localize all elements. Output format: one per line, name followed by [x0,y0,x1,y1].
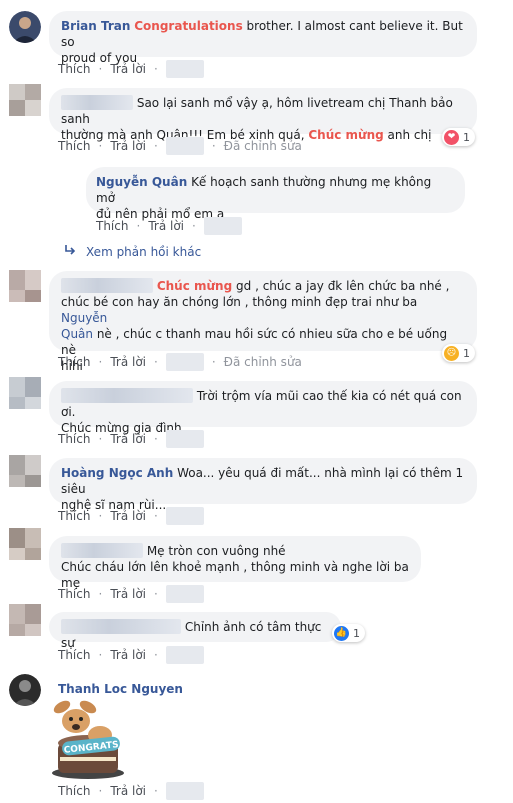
mention-link[interactable]: Quân [61,327,93,341]
mention-link[interactable]: Nguyễn [61,311,107,325]
avatar-blurred[interactable] [9,377,41,409]
comment-bubble: Chỉnh ảnh có tâm thực sự [49,612,341,650]
timestamp-blurred[interactable] [165,353,204,371]
comment-actions: Thích · Trả lời · · Đã chỉnh sửa [58,137,302,155]
comment-actions: Thích · Trả lời · [58,585,204,603]
like-link[interactable]: Thích [58,432,90,446]
author-name[interactable]: Hoàng Ngọc Anh [61,466,173,480]
avatar-blurred[interactable] [9,455,41,487]
comment-actions: Thích · Trả lời · · Đã chỉnh sửa [58,353,302,371]
reply-actions: Thích · Trả lời · [96,217,242,235]
reply-link[interactable]: Trả lời [110,648,146,662]
avatar-thanh-loc-nguyen[interactable] [9,674,41,706]
timestamp-blurred[interactable] [165,782,204,800]
reply-link[interactable]: Trả lời [110,509,146,523]
comment-text: gd , chúc a jay đk lên chức ba nhé , [232,279,450,293]
reply-bubble: Nguyễn Quân Kế hoạch sanh thường nhưng m… [86,167,465,221]
avatar-blurred[interactable] [9,270,41,302]
avatar-blurred[interactable] [9,604,41,636]
author-name[interactable]: Brian Tran [61,19,130,33]
comment-bubble: Brian Tran Congratulations brother. I al… [49,11,477,65]
comment-bubble: Mẹ tròn con vuông nhé Chúc cháu lớn lên … [49,536,421,590]
author-name[interactable]: Nguyễn Quân [96,175,187,189]
heart-icon: ❤ [444,129,459,145]
avatar-brian-tran[interactable] [9,11,41,43]
timestamp-blurred[interactable] [165,646,204,664]
reply-link[interactable]: Trả lời [110,587,146,601]
edited-label[interactable]: Đã chỉnh sửa [224,355,302,369]
reaction-badge[interactable]: ❤ 1 [442,128,475,146]
timestamp-blurred[interactable] [165,60,204,78]
reply-link[interactable]: Trả lời [110,62,146,76]
avatar-blurred[interactable] [9,84,41,116]
timestamp-blurred[interactable] [165,430,204,448]
like-link[interactable]: Thích [58,62,90,76]
thumbs-up-icon: 👍 [334,625,349,641]
reply-link[interactable]: Trả lời [110,432,146,446]
avatar-blurred[interactable] [9,528,41,560]
comment-bubble: Chúc mừng gd , chúc a jay đk lên chức ba… [49,271,477,373]
reaction-count: 1 [463,346,470,360]
highlight-text: Chúc mừng [308,128,384,142]
author-name-blurred[interactable] [61,388,193,403]
comment-text: chúc bé con hay ăn chóng lớn , thông min… [61,295,418,309]
reply-link[interactable]: Trả lời [148,219,184,233]
comment-actions: Thích · Trả lời · [58,646,204,664]
author-name-blurred[interactable] [61,619,181,634]
author-name-blurred[interactable] [61,543,143,558]
reaction-badge[interactable]: ☹ 1 [442,344,475,362]
comment-bubble: Hoàng Ngọc Anh Woa... yêu quá đi mất... … [49,458,477,512]
author-name[interactable]: Thanh Loc Nguyen [58,682,183,696]
congrats-sticker[interactable]: CONGRATS [46,699,130,781]
author-name-blurred[interactable] [61,278,153,293]
more-replies-link[interactable]: Xem phản hồi khác [64,244,201,259]
highlight-text: Chúc mừng [156,279,233,293]
like-link[interactable]: Thích [96,219,128,233]
comment-bubble: Sao lại sanh mổ vậy ạ, hôm livetream chị… [49,88,477,142]
like-link[interactable]: Thích [58,784,90,798]
reply-link[interactable]: Trả lời [110,784,146,798]
more-replies-label[interactable]: Xem phản hồi khác [86,245,201,259]
sad-face-icon: ☹ [444,345,459,361]
reaction-badge[interactable]: 👍 1 [332,624,365,642]
reaction-count: 1 [353,626,360,640]
like-link[interactable]: Thích [58,355,90,369]
like-link[interactable]: Thích [58,648,90,662]
edited-label[interactable]: Đã chỉnh sửa [224,139,302,153]
reaction-count: 1 [463,130,470,144]
reply-link[interactable]: Trả lời [110,139,146,153]
comment-text: Mẹ tròn con vuông nhé [146,544,286,558]
comment-actions: Thích · Trả lời · [58,60,204,78]
like-link[interactable]: Thích [58,587,90,601]
comment-text: anh chị [383,128,432,142]
comment-actions: Thích · Trả lời · [58,430,204,448]
reply-arrow-icon [64,244,76,259]
comment-actions: Thích · Trả lời · [58,782,204,800]
timestamp-blurred[interactable] [203,217,242,235]
timestamp-blurred[interactable] [165,137,204,155]
like-link[interactable]: Thích [58,509,90,523]
timestamp-blurred[interactable] [165,585,204,603]
timestamp-blurred[interactable] [165,507,204,525]
comment-actions: Thích · Trả lời · [58,507,204,525]
reply-link[interactable]: Trả lời [110,355,146,369]
comment-bubble: Trời trộm vía mũi cao thế kia có nét quá… [49,381,477,435]
author-name-blurred[interactable] [61,95,133,110]
highlight-text: Congratulations [134,19,243,33]
like-link[interactable]: Thích [58,139,90,153]
